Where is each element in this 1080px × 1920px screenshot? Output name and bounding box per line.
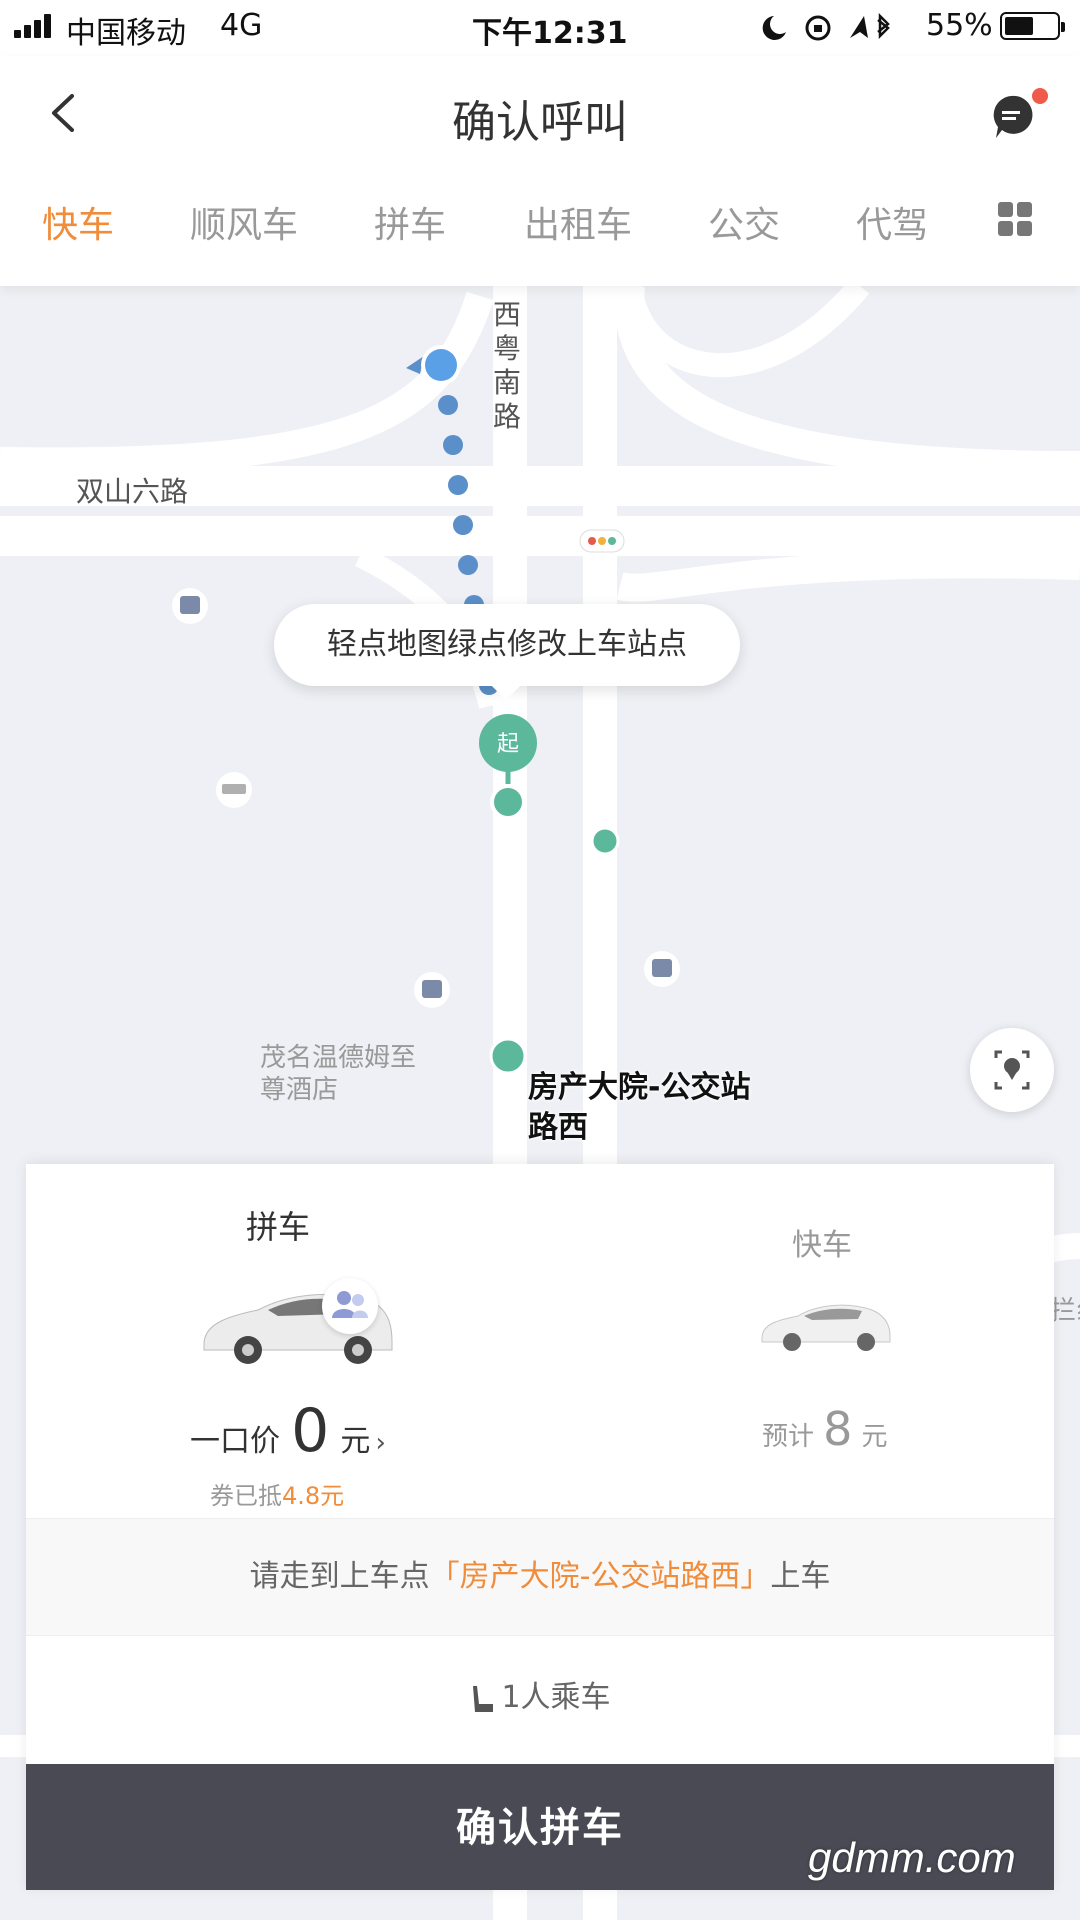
start-marker-label: 起 xyxy=(496,732,519,757)
chevron-right-icon: › xyxy=(375,1428,386,1458)
recenter-button[interactable] xyxy=(970,1028,1054,1112)
option-express[interactable]: 快车 预计 8 元 xyxy=(540,1164,1054,1518)
coupon-line: 券已抵4.8元 xyxy=(210,1482,345,1510)
road-label-vertical: 西粤南路 xyxy=(493,298,522,433)
walk-to-pickup-hint: 请走到上车点「房产大院-公交站路西」上车 xyxy=(26,1518,1054,1636)
tab-taxi[interactable]: 出租车 xyxy=(524,196,632,248)
passenger-count-selector[interactable]: 1人乘车 xyxy=(26,1634,1054,1762)
location-arrow-icon xyxy=(850,16,868,38)
watermark: gdmm.com xyxy=(808,1834,1016,1881)
locate-icon xyxy=(994,1050,1030,1090)
car-station-icon xyxy=(489,1037,527,1075)
signal-icon xyxy=(14,14,54,38)
app-header: 确认呼叫 快车 顺风车 拼车 出租车 公交 代驾 xyxy=(0,56,1080,286)
ride-options-card: 拼车 一口价 0 元 › 券已抵4.8元 快车 预计 8 元 请走到上车点「房产… xyxy=(26,1164,1054,1890)
partial-map-label: 拦纟 xyxy=(1050,1296,1080,1326)
bluetooth-icon xyxy=(877,12,890,40)
people-icon xyxy=(332,1291,368,1318)
pickup-station-icon xyxy=(490,784,526,820)
carrier-name: 中国移动 xyxy=(66,16,186,51)
price-value: 0 xyxy=(291,1396,330,1466)
price-unit: 元 xyxy=(340,1424,371,1459)
option-carpool[interactable]: 拼车 一口价 0 元 › 券已抵4.8元 xyxy=(26,1164,540,1518)
carpool-title: 拼车 xyxy=(246,1208,311,1246)
clock: 下午12:31 xyxy=(472,16,628,51)
chat-bubble-icon xyxy=(993,95,1033,138)
moon-icon xyxy=(762,16,786,40)
carpool-people-badge xyxy=(322,1278,378,1334)
tab-bus[interactable]: 公交 xyxy=(708,196,780,248)
more-grid-icon[interactable] xyxy=(998,202,1032,236)
network-type: 4G xyxy=(220,8,263,43)
tab-carpool[interactable]: 拼车 xyxy=(374,196,446,248)
express-car-icon xyxy=(761,1304,891,1351)
express-price: 预计 8 元 xyxy=(762,1402,888,1456)
road-label-horizontal: 双山六路 xyxy=(76,475,189,508)
pickup-point-link[interactable]: 「房产大院-公交站路西」 xyxy=(430,1559,771,1594)
map-tooltip: 轻点地图绿点修改上车站点 xyxy=(274,604,740,686)
tab-hitch[interactable]: 顺风车 xyxy=(190,196,298,248)
express-title: 快车 xyxy=(792,1228,852,1263)
status-icons xyxy=(762,12,890,41)
tab-designated-driver[interactable]: 代驾 xyxy=(856,196,928,248)
battery-icon xyxy=(1000,12,1065,40)
poi-hotel-label[interactable]: 茂名温德姆至尊酒店 xyxy=(260,1042,420,1106)
tab-express[interactable]: 快车 xyxy=(42,196,114,248)
battery-percent: 55% xyxy=(926,8,993,43)
seat-icon xyxy=(473,1685,494,1712)
message-button[interactable] xyxy=(990,88,1048,142)
status-bar: 中国移动 4G 下午12:31 55% xyxy=(0,0,1080,56)
traffic-light-icon xyxy=(579,529,625,553)
pickup-point-label[interactable]: 房产大院-公交站路西 xyxy=(528,1068,768,1148)
service-tabs: 快车 顺风车 拼车 出租车 公交 代驾 xyxy=(0,196,1080,266)
price-prefix: 一口价 xyxy=(190,1424,280,1459)
page-title: 确认呼叫 xyxy=(452,97,628,148)
carpool-price[interactable]: 一口价 0 元 › xyxy=(190,1396,386,1466)
notification-dot xyxy=(1032,88,1048,104)
